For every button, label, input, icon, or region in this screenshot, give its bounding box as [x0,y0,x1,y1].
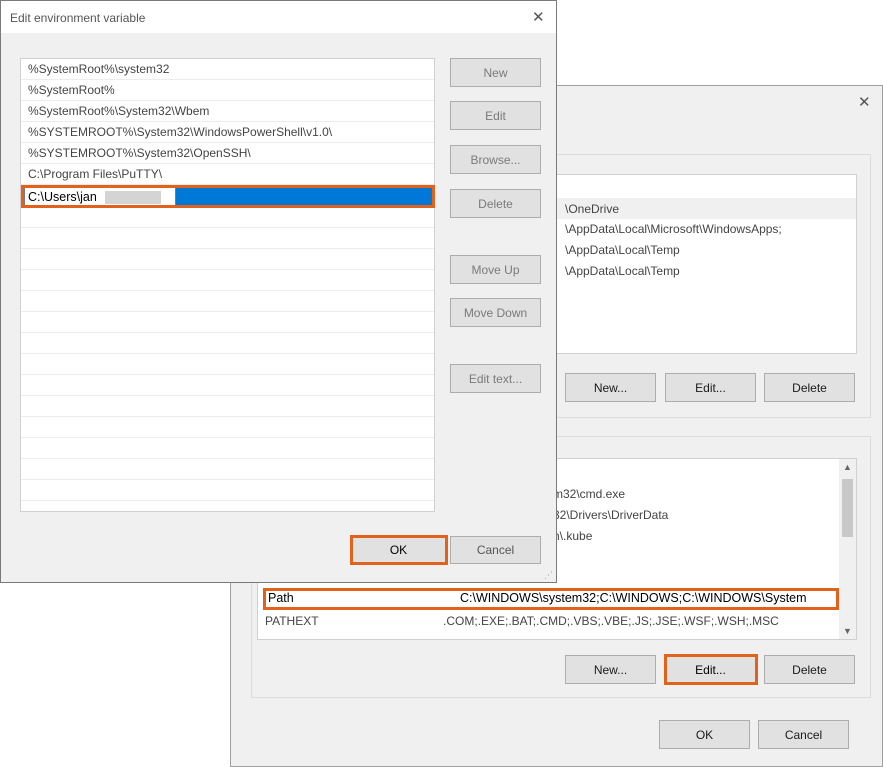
system-new-button[interactable]: New... [565,655,656,684]
delete-button[interactable]: Delete [450,189,541,218]
editing-entry-highlight [21,185,435,208]
table-row[interactable]: PATHEXT .COM;.EXE;.BAT;.CMD;.VBS;.VBE;.J… [258,611,856,632]
scroll-down-icon[interactable]: ▼ [843,626,852,636]
new-button[interactable]: New [450,58,541,87]
system-var-name: PATHEXT [265,614,319,628]
list-item[interactable]: C:\Program Files\PuTTY\ [21,164,434,185]
window-title: Edit environment variable [10,11,146,25]
close-icon[interactable]: ✕ [532,10,545,25]
list-item [21,270,434,291]
entry-text: %SYSTEMROOT%\System32\OpenSSH\ [28,146,251,160]
list-item [21,417,434,438]
user-new-button[interactable]: New... [565,373,656,402]
entry-text: %SystemRoot%\System32\Wbem [28,104,210,118]
list-item [21,249,434,270]
scroll-up-icon[interactable]: ▲ [843,462,852,472]
path-row-highlight [263,588,839,610]
list-item[interactable]: %SystemRoot%\System32\Wbem [21,101,434,122]
list-item [21,312,434,333]
system-var-value: h\.kube [553,529,593,543]
system-var-value: m32\cmd.exe [553,487,626,501]
move-down-button[interactable]: Move Down [450,298,541,327]
list-item[interactable]: %SYSTEMROOT%\System32\OpenSSH\ [21,143,434,164]
user-var-value: \OneDrive [565,202,620,216]
system-var-value: 32\Drivers\DriverData [553,508,669,522]
entry-text: C:\Program Files\PuTTY\ [28,167,163,181]
user-var-value: \AppData\Local\Temp [565,264,680,278]
edit-button-highlight [664,654,758,685]
list-item[interactable]: %SYSTEMROOT%\System32\WindowsPowerShell\… [21,122,434,143]
ok-button-highlight [350,535,448,565]
user-var-value: \AppData\Local\Microsoft\WindowsApps; [565,222,782,236]
user-edit-button[interactable]: Edit... [665,373,756,402]
vertical-scrollbar[interactable]: ▲ ▼ [839,459,856,639]
list-item [21,333,434,354]
system-var-value: .COM;.EXE;.BAT;.CMD;.VBS;.VBE;.JS;.JSE;.… [443,614,779,628]
list-item [21,480,434,501]
resize-grip-icon[interactable]: ⋰ [544,570,553,581]
list-item [21,354,434,375]
env-ok-button[interactable]: OK [659,720,750,749]
list-item [21,375,434,396]
browse-button[interactable]: Browse... [450,145,541,174]
list-item [21,228,434,249]
title-bar: Edit environment variable ✕ [1,1,556,33]
user-var-value: \AppData\Local\Temp [565,243,680,257]
path-entries-list[interactable]: %SystemRoot%\system32 %SystemRoot% %Syst… [20,58,435,512]
entry-text: %SYSTEMROOT%\System32\WindowsPowerShell\… [28,125,333,139]
system-delete-button[interactable]: Delete [764,655,855,684]
edit-environment-variable-dialog: Edit environment variable ✕ %SystemRoot%… [0,0,557,583]
edit-button[interactable]: Edit [450,101,541,130]
user-delete-button[interactable]: Delete [764,373,855,402]
edit-text-button[interactable]: Edit text... [450,364,541,393]
list-item [21,459,434,480]
cancel-button[interactable]: Cancel [450,536,541,564]
scrollbar-thumb[interactable] [842,479,853,537]
entry-text: %SystemRoot% [28,83,115,97]
list-item [21,438,434,459]
list-item[interactable]: %SystemRoot%\system32 [21,59,434,80]
move-up-button[interactable]: Move Up [450,255,541,284]
entry-text: %SystemRoot%\system32 [28,62,170,76]
list-item [21,207,434,228]
list-item [21,291,434,312]
close-icon[interactable]: ✕ [858,95,871,110]
list-item [21,396,434,417]
env-cancel-button[interactable]: Cancel [758,720,849,749]
list-item[interactable]: %SystemRoot% [21,80,434,101]
